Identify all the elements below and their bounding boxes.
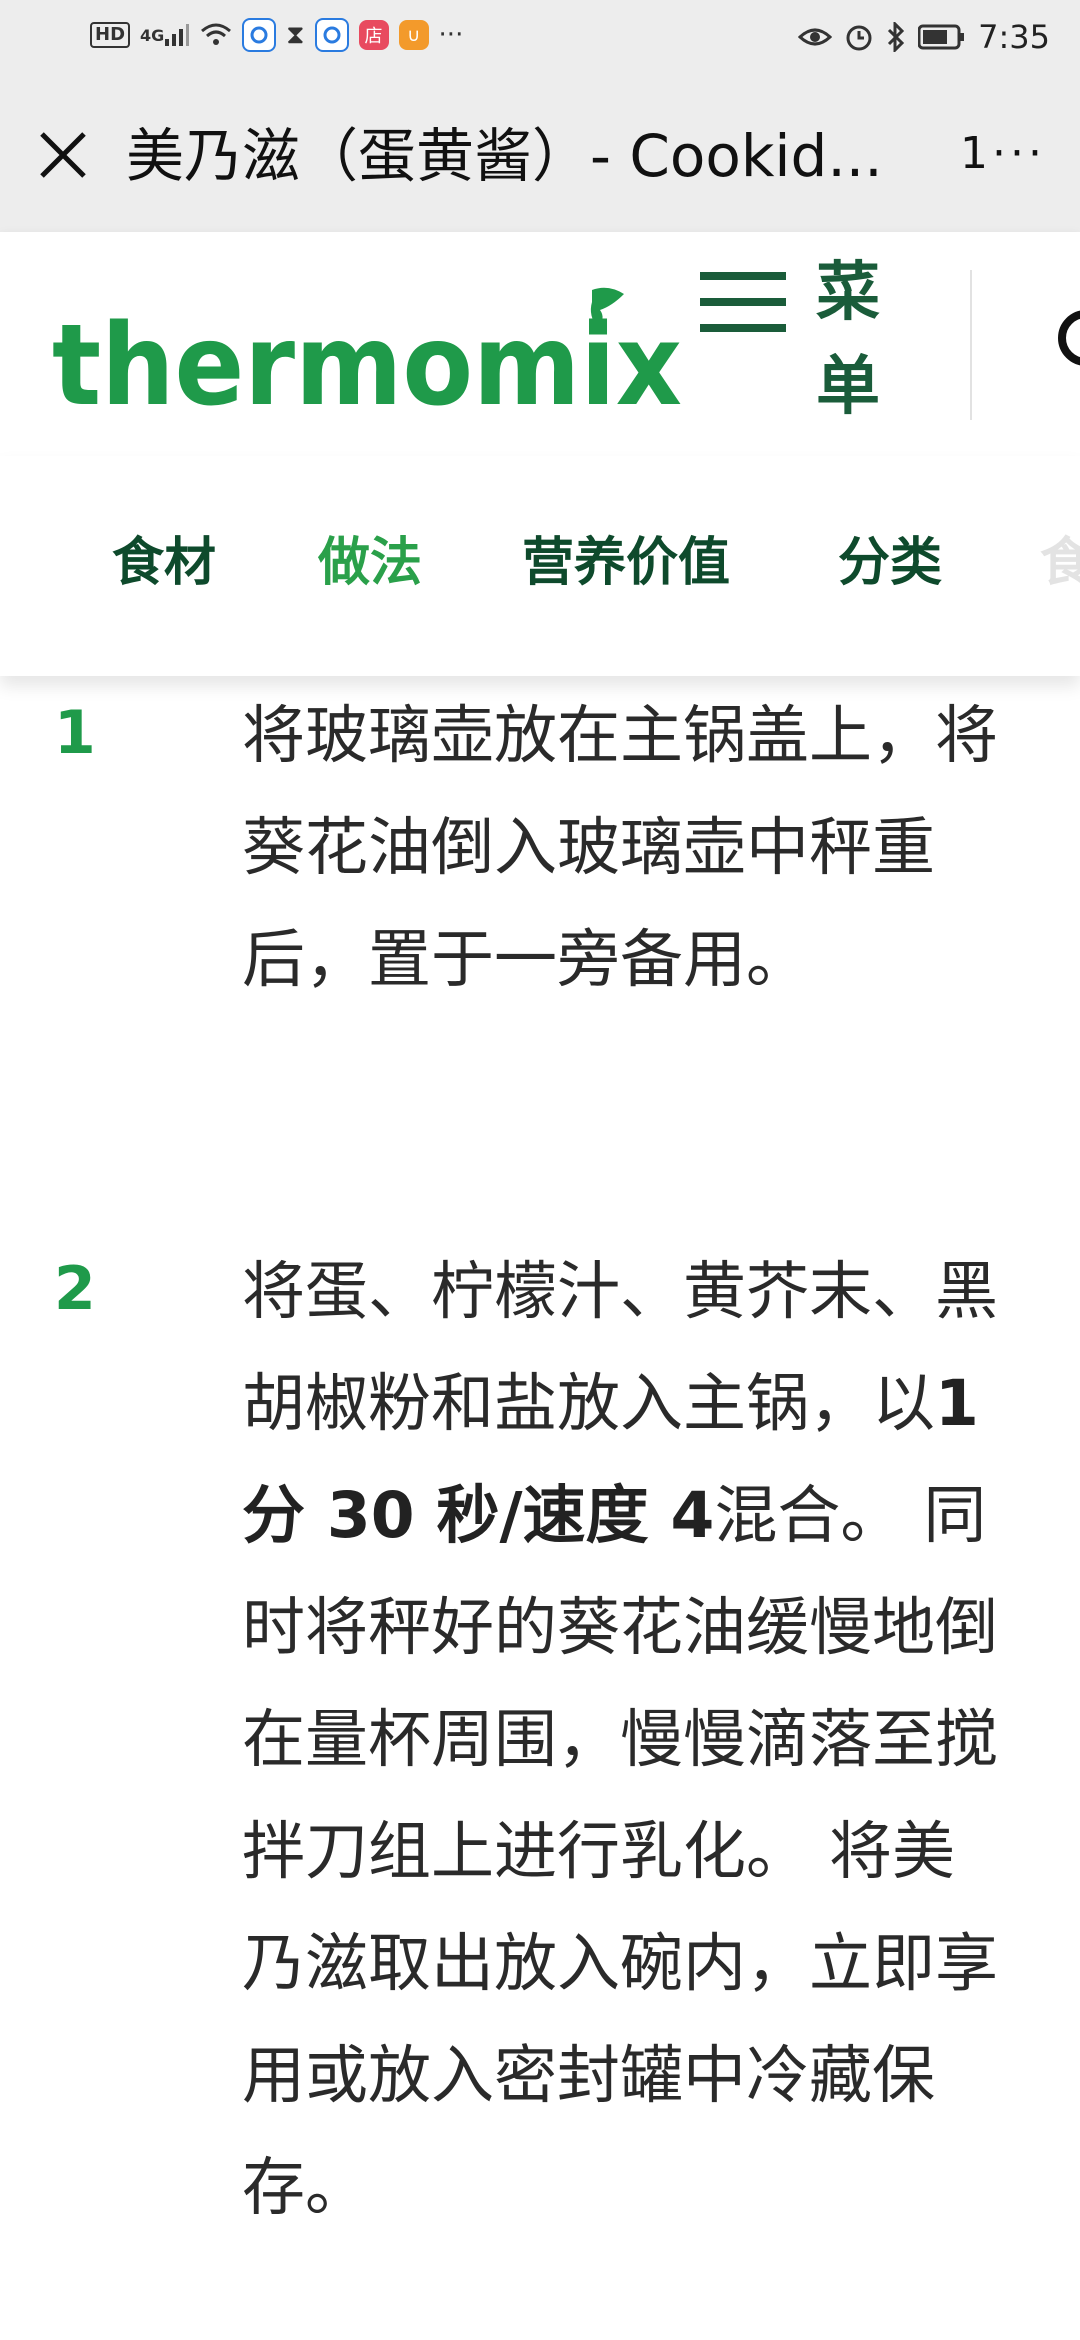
- menu-label: 菜单: [816, 256, 880, 424]
- svg-text:thermomix: thermomix: [52, 301, 682, 431]
- browser-icon: [242, 18, 277, 52]
- more-options-button[interactable]: 1···: [960, 132, 1046, 176]
- tab-ingredients[interactable]: 食材: [112, 528, 216, 598]
- clock-time: 7:35: [978, 18, 1050, 56]
- eye-icon: [798, 25, 833, 49]
- step-number: 2: [54, 1254, 96, 1324]
- step-text-rest: 混合。 同时将秤好的葵花油缓慢地倒在量杯周围，慢慢滴落至搅拌刀组上进行乳化。 将…: [242, 1479, 998, 2224]
- hamburger-menu-icon: [700, 272, 786, 332]
- network-type-label: 4G: [140, 25, 165, 45]
- more-dots-icon: ···: [438, 20, 464, 50]
- search-icon[interactable]: [1050, 302, 1080, 382]
- alarm-icon: [844, 22, 874, 52]
- step-number: 1: [54, 698, 96, 768]
- recipe-tabs: 食材 做法 营养价值 分类 食: [0, 456, 1080, 676]
- header-divider: [970, 270, 972, 420]
- close-button[interactable]: [28, 120, 98, 190]
- tab-more[interactable]: 食: [1040, 528, 1080, 598]
- battery-icon: [918, 24, 966, 50]
- site-header: thermomix 菜单: [0, 232, 1080, 457]
- tab-method[interactable]: 做法: [318, 528, 422, 598]
- wifi-icon: [200, 22, 232, 48]
- menu-button[interactable]: 菜单: [700, 242, 920, 452]
- uc-icon: ∪: [398, 20, 429, 50]
- step-text-intro: 将蛋、柠檬汁、黄芥末、黑胡椒粉和盐放入主锅，以: [242, 1255, 998, 1440]
- browser-icon: [314, 18, 349, 52]
- tab-nutrition[interactable]: 营养价值: [522, 528, 730, 598]
- thermomix-logo[interactable]: thermomix: [52, 284, 692, 434]
- step-text: 将蛋、柠檬汁、黄芥末、黑胡椒粉和盐放入主锅，以1 分 30 秒/速度 4混合。 …: [242, 1236, 1018, 2244]
- signal-icon: 4G: [140, 23, 190, 47]
- browser-title-bar: 美乃滋（蛋黄酱）- Cookid... 1···: [0, 80, 1080, 232]
- status-bar: HD 4G ⧗ 店 ∪ ··· 7:35: [0, 0, 1080, 80]
- status-left-icons: HD 4G ⧗ 店 ∪ ···: [90, 18, 463, 52]
- tab-categories[interactable]: 分类: [838, 528, 942, 598]
- status-right-icons: 7:35: [798, 18, 1050, 56]
- shop-icon: 店: [358, 20, 389, 50]
- step-text: 将玻璃壶放在主锅盖上，将葵花油倒入玻璃壶中秤重后，置于一旁备用。: [242, 699, 998, 996]
- close-icon: [40, 132, 86, 178]
- page-title: 美乃滋（蛋黄酱）- Cookid...: [126, 122, 883, 190]
- hd-icon: HD: [90, 22, 131, 48]
- bluetooth-icon: [886, 22, 906, 52]
- hourglass-icon: ⧗: [286, 19, 305, 50]
